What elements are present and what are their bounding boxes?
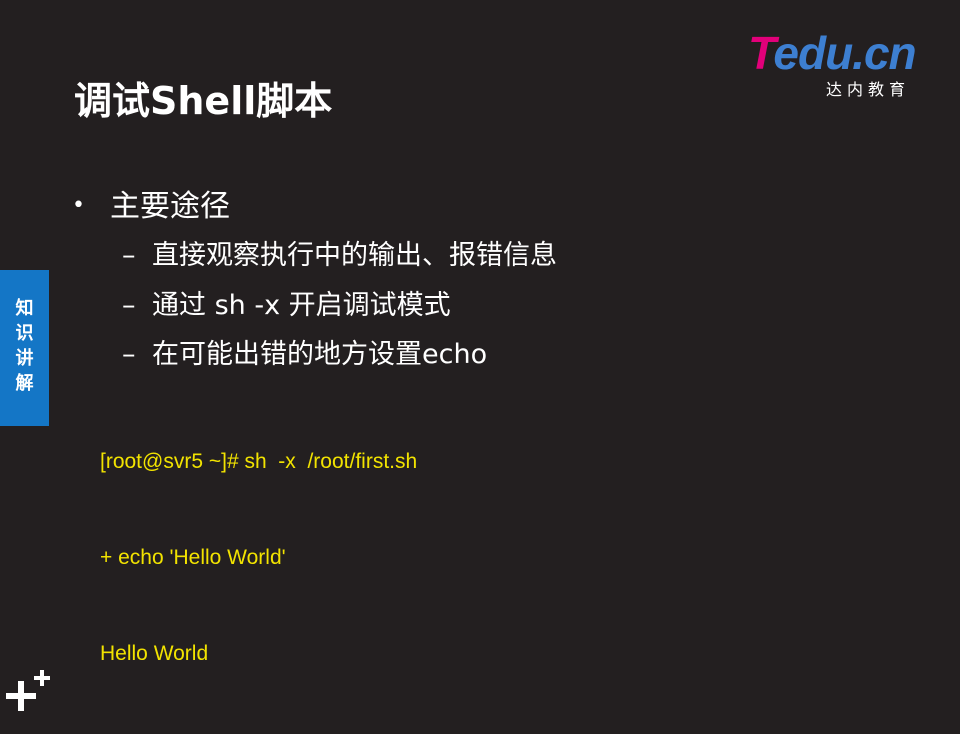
logo-subtitle: 达内教育 [826, 80, 911, 99]
logo-wordmark: Tedu.cn [748, 27, 917, 79]
bullet-main: • 主要途径 [72, 181, 230, 225]
logo-letter-t: T [748, 27, 774, 79]
side-tab-label: 知识讲解 [0, 296, 49, 396]
sub-item: – 在可能出错的地方设置echo [122, 332, 487, 371]
tedu-logo: Tedu.cn 达内教育 [748, 27, 938, 99]
sub-item: – 通过 sh -x 开启调试模式 [122, 283, 451, 322]
sub-item-text: 通过 sh -x 开启调试模式 [152, 290, 451, 321]
logo-word-rest: edu.cn [773, 27, 916, 79]
side-tab-char: 识 [15, 323, 34, 344]
code-line: + echo 'Hello World' [100, 546, 286, 569]
bullet-text: 主要途径 [110, 189, 230, 224]
side-tab-char: 解 [15, 373, 34, 394]
side-tab: 知识讲解 [0, 270, 49, 426]
code-line: Hello World [100, 642, 209, 665]
side-tab-char: 知 [15, 298, 34, 319]
sub-item: – 直接观察执行中的输出、报错信息 [122, 233, 557, 272]
sub-item-marker: – [122, 339, 136, 370]
slide-title: 调试Shell脚本 [74, 79, 333, 123]
slide: 调试Shell脚本 Tedu.cn 达内教育 知识讲解 • 主要途径 – 直接观察执… [0, 0, 960, 720]
sub-item-marker: – [122, 240, 136, 271]
code-line: [root@svr5 ~]# sh -x /root/first.sh [100, 450, 418, 473]
sub-item-text: 直接观察执行中的输出、报错信息 [152, 240, 557, 271]
code-block: [root@svr5 ~]# sh -x /root/first.sh + ec… [100, 382, 417, 734]
sub-item-marker: – [122, 290, 136, 321]
side-tab-char: 讲 [15, 348, 34, 369]
bullet-marker: • [72, 193, 85, 218]
plus-icon [6, 670, 50, 711]
sub-item-text: 在可能出错的地方设置echo [152, 339, 488, 370]
